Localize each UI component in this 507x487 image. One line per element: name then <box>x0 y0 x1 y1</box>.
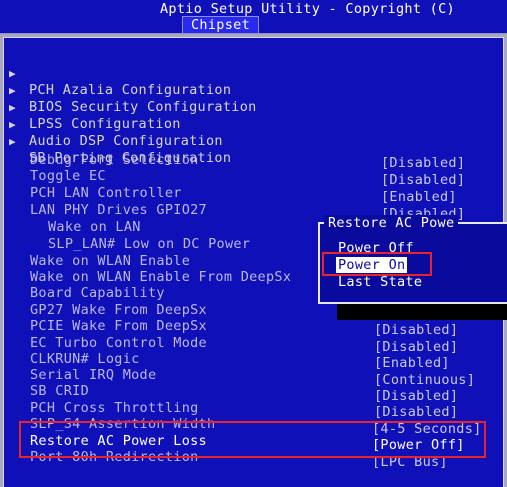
setting-wake-on-lan[interactable]: Wake on LAN <box>48 219 141 235</box>
annotation-box-power-on <box>322 252 432 276</box>
setting-lan-phy-gpio27[interactable]: LAN PHY Drives GPIO27 <box>30 202 207 218</box>
app-title: Aptio Setup Utility - Copyright (C) <box>160 1 455 17</box>
value-pch-lan-controller[interactable]: [Enabled] <box>381 189 457 205</box>
setting-pch-cross-throttling[interactable]: PCH Cross Throttling <box>30 400 199 416</box>
setting-clkrun-logic[interactable]: CLKRUN# Logic <box>30 351 140 367</box>
submenu-label: Audio DSP Configuration <box>29 133 223 149</box>
setting-pch-lan-controller[interactable]: PCH LAN Controller <box>30 185 182 201</box>
setting-board-capability[interactable]: Board Capability <box>30 285 165 301</box>
submenu-audio-dsp[interactable]: ▶ Audio DSP Configuration <box>9 101 269 149</box>
value-sb-crid[interactable]: [Disabled] <box>374 388 458 404</box>
setting-serial-irq[interactable]: Serial IRQ Mode <box>30 367 156 383</box>
setting-pcie-wake[interactable]: PCIE Wake From DeepSx <box>30 318 207 334</box>
value-serial-irq[interactable]: [Continuous] <box>374 372 475 388</box>
value-pch-cross-throttling[interactable]: [Disabled] <box>374 404 458 420</box>
setting-wake-on-wlan[interactable]: Wake on WLAN Enable <box>30 253 190 269</box>
setting-wake-wlan-deepsx[interactable]: Wake on WLAN Enable From DeepSx <box>30 269 291 285</box>
setting-toggle-ec[interactable]: Toggle EC <box>30 168 106 184</box>
submenu-pch-azalia[interactable]: ▶ PCH Azalia Configuration <box>9 50 279 98</box>
triangle-right-icon: ▶ <box>9 135 16 148</box>
setting-gp27-wake[interactable]: GP27 Wake From DeepSx <box>30 302 207 318</box>
popup-option-last-state[interactable]: Last State <box>338 274 422 290</box>
setting-ec-turbo[interactable]: EC Turbo Control Mode <box>30 335 207 351</box>
tab-chipset[interactable]: Chipset <box>182 16 259 34</box>
value-ec-turbo[interactable]: [Disabled] <box>374 339 458 355</box>
header-bar: Aptio Setup Utility - Copyright (C) Chip… <box>0 0 507 34</box>
submenu-lpss[interactable]: ▶ LPSS Configuration <box>9 84 209 132</box>
value-pcie-wake[interactable]: [Disabled] <box>374 322 458 338</box>
annotation-box-restore-ac <box>19 421 486 458</box>
popup-title: Restore AC Powe <box>324 215 459 231</box>
submenu-sb-porting[interactable]: ▶ SB Porting Configuration <box>9 118 279 166</box>
value-clkrun-logic[interactable]: [Enabled] <box>374 355 450 371</box>
setting-slp-lan-low[interactable]: SLP_LAN# Low on DC Power <box>48 236 250 252</box>
value-debug-port-selection[interactable]: [Disabled] <box>381 155 465 171</box>
setting-debug-port-selection[interactable]: Debug Port Selection <box>30 152 199 168</box>
submenu-bios-security[interactable]: ▶ BIOS Security Configuration <box>9 67 299 115</box>
setting-sb-crid[interactable]: SB CRID <box>30 383 89 399</box>
value-toggle-ec[interactable]: [Disabled] <box>381 172 465 188</box>
